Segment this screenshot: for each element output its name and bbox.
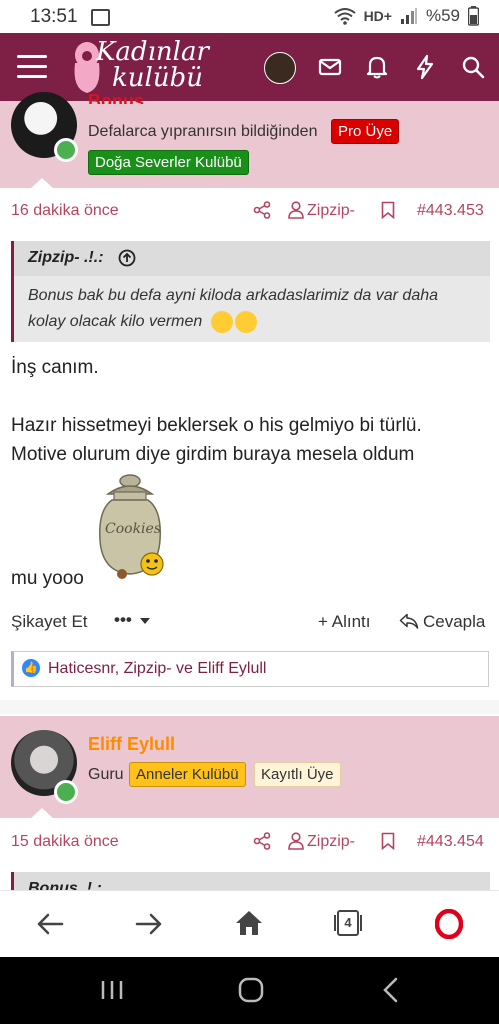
quote-author[interactable]: Bonus .!.: [28,880,102,890]
battery-percentage: %59 [425,6,460,25]
status-time: 13:51 [30,6,78,27]
reply-icon[interactable] [399,613,419,629]
reply-button[interactable]: Cevapla [423,612,485,632]
post-separator [0,700,499,714]
forward-arrow-icon[interactable] [135,912,163,936]
network-type: HD+ [363,8,392,24]
post-number[interactable]: #443.453 [417,202,484,220]
hamburger-menu-icon[interactable] [17,55,47,79]
band-pointer [30,178,54,189]
reactions-bar: 👍 Haticesnr, Zipzip- ve Eliff Eylull [11,651,489,687]
wifi-icon [333,8,356,25]
online-indicator [54,138,78,162]
battery-icon [468,6,479,26]
quote-text-content: Bonus bak bu defa ayni kiloda arkadaslar… [28,287,439,330]
post-body-line: Hazır hissetmeyi beklersek o his gelmiyo… [11,415,422,436]
tabs-button[interactable]: 4 [333,908,363,938]
thumbs-up-icon: 👍 [22,659,40,677]
status-indicators: HD+ %59 [333,6,479,26]
hugging-emoji-icon [234,310,257,333]
post-time[interactable]: 15 dakika önce [11,833,119,851]
logo-line-2: kulübü [112,63,203,93]
browser-toolbar: 4 [0,890,499,958]
search-icon[interactable] [460,54,486,80]
post-body-line: mu yooo [11,568,84,589]
signal-icon [400,8,417,24]
back-arrow-icon[interactable] [36,912,64,936]
user-avatar[interactable] [264,52,296,84]
registered-member-badge: Kayıtlı Üye [254,762,341,787]
quote-author[interactable]: Zipzip- .!.: [28,249,104,267]
post-author-name[interactable]: Bonus [88,92,144,104]
recent-apps-icon[interactable] [100,979,124,1001]
pro-member-badge: Pro Üye [331,119,400,144]
reactions-list[interactable]: Haticesnr, Zipzip- ve Eliff Eylull [48,660,266,678]
post-body-line: Motive olurum diye girdim buraya mesela … [11,444,415,465]
back-button-icon[interactable] [381,977,399,1003]
status-bar: 13:51 HD+ %59 [0,0,499,33]
lightning-icon[interactable] [412,54,438,80]
arrow-up-circle-icon[interactable] [118,249,136,267]
post-author-title: Guru [88,766,124,783]
gallery-notification-icon [91,9,110,26]
home-button-icon[interactable] [238,977,264,1003]
post-number[interactable]: #443.454 [417,833,484,851]
logo-line-1: Kadınlar [96,37,209,67]
quote-block: Bonus .!.: [11,872,490,890]
club-badge: Doğa Severler Kulübü [88,150,249,175]
post-time[interactable]: 16 dakika önce [11,202,119,220]
online-indicator [54,780,78,804]
bookmark-icon[interactable] [381,832,395,850]
bookmark-icon[interactable] [381,201,395,219]
site-logo[interactable]: Kadınlar kulübü [96,39,209,91]
home-icon[interactable] [235,910,263,936]
user-icon [288,832,304,850]
user-icon [288,201,304,219]
report-link[interactable]: Şikayet Et [11,612,88,632]
quote-button[interactable]: + Alıntı [318,612,370,632]
quoted-user-link[interactable]: Zipzip- [307,833,355,851]
quote-button-label: Alıntı [331,612,371,631]
caret-down-icon [139,617,150,624]
club-badge: Anneler Kulübü [129,762,246,787]
cookie-jar-label: Cookies [105,521,161,537]
more-options-menu[interactable]: ••• [114,610,151,630]
share-icon[interactable] [253,201,271,219]
system-navigation-bar [0,957,499,1024]
more-dots: ••• [114,610,132,629]
quote-text: Bonus bak bu defa ayni kiloda arkadaslar… [28,283,478,335]
quoted-user-link[interactable]: Zipzip- [307,202,355,220]
tabs-count: 4 [344,915,352,930]
opera-logo-icon[interactable] [435,909,463,939]
mail-icon[interactable] [317,54,343,80]
quote-block: Zipzip- .!.: Bonus bak bu defa ayni kilo… [11,241,490,342]
post-author-title: Defalarca yıpranırsın bildiğinden [88,123,318,140]
share-icon[interactable] [253,832,271,850]
site-header: Kadınlar kulübü [0,33,499,101]
post-author-name[interactable]: Eliff Eylull [88,734,175,755]
hugging-emoji-icon [210,310,233,333]
bell-icon[interactable] [364,54,390,80]
plus-icon: + [318,612,328,631]
post-body-line: İnş canım. [11,357,99,378]
band-pointer [30,808,54,819]
